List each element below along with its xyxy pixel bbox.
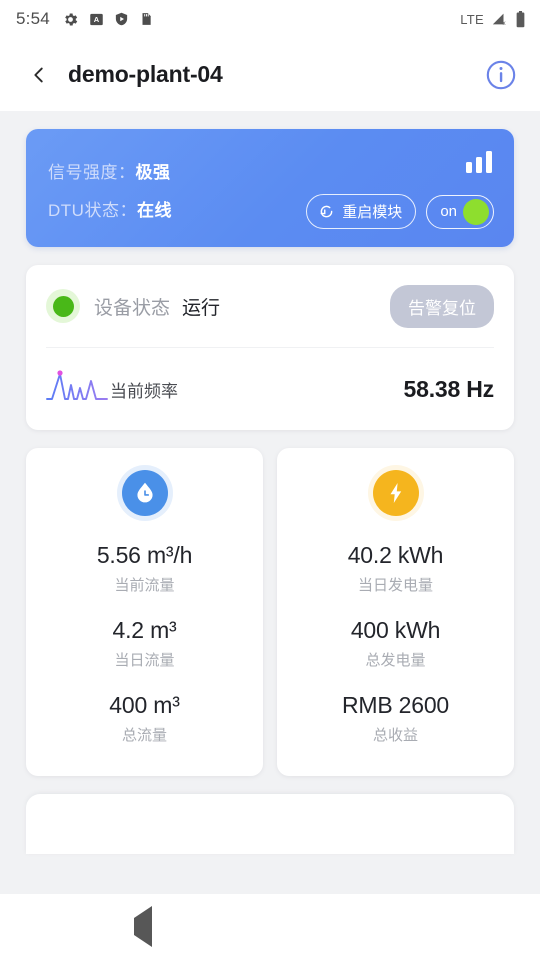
metric-item: 400 m³ 总流量 xyxy=(36,692,253,745)
shield-play-icon xyxy=(114,11,129,27)
metric-item: 400 kWh 总发电量 xyxy=(287,617,504,670)
status-bar-clock: 5:54 xyxy=(16,9,50,28)
flow-metrics-card: 5.56 m³/h 当前流量 4.2 m³ 当日流量 400 m³ 总流量 xyxy=(26,448,263,776)
svg-text:A: A xyxy=(94,15,100,24)
metric-value: 40.2 kWh xyxy=(347,542,444,568)
dtu-actions: 重启模块 on xyxy=(306,194,494,229)
metric-label: 当日发电量 xyxy=(357,577,433,594)
metric-label: 当前流量 xyxy=(114,577,175,594)
power-toggle-label: on xyxy=(440,203,457,220)
status-bar-right-icons: LTE x xyxy=(460,10,526,28)
frequency-value: 58.38 Hz xyxy=(403,375,495,402)
alarm-reset-button[interactable]: 告警复位 xyxy=(390,284,494,328)
sd-card-icon xyxy=(139,11,153,27)
battery-icon xyxy=(515,10,526,28)
metric-item: 4.2 m³ 当日流量 xyxy=(36,617,253,670)
metric-label: 总收益 xyxy=(372,727,418,744)
signal-bars-icon xyxy=(466,151,492,173)
metric-item: RMB 2600 总收益 xyxy=(287,692,504,745)
device-status-value: 运行 xyxy=(182,297,221,319)
signal-strength-label: 信号强度： xyxy=(48,162,136,182)
water-drop-icon xyxy=(121,470,168,516)
info-button[interactable] xyxy=(484,58,518,92)
device-status-card: 设备状态 运行 告警复位 当前频率 58.38 Hz xyxy=(26,265,514,430)
app-bar: demo-plant-04 xyxy=(0,38,540,111)
network-type-label: LTE xyxy=(460,11,484,27)
dtu-state-label: DTU状态： xyxy=(48,200,137,220)
metric-value: 400 kWh xyxy=(350,617,441,643)
metric-label: 总发电量 xyxy=(365,652,426,669)
frequency-label: 当前频率 xyxy=(110,381,178,401)
a-badge-icon: A xyxy=(89,12,104,27)
cellular-signal-off-icon: x xyxy=(491,11,508,27)
device-status-row: 设备状态 运行 告警复位 xyxy=(46,265,494,347)
nav-back-icon[interactable] xyxy=(133,906,152,947)
metric-value: 400 m³ xyxy=(109,692,180,718)
chevron-left-icon xyxy=(34,67,43,82)
back-button[interactable] xyxy=(22,58,56,92)
restart-module-label: 重启模块 xyxy=(342,204,403,221)
waveform-icon xyxy=(46,368,108,411)
svg-text:x: x xyxy=(503,21,506,27)
metric-value: 4.2 m³ xyxy=(112,617,177,643)
gear-icon xyxy=(62,11,79,28)
signal-strength-row: 信号强度： 极强 xyxy=(48,151,492,189)
metric-value: 5.56 m³/h xyxy=(96,542,193,568)
status-bar-left-icons: A xyxy=(62,11,153,28)
refresh-icon xyxy=(320,205,333,218)
metric-item: 40.2 kWh 当日发电量 xyxy=(287,542,504,595)
status-indicator xyxy=(46,289,80,323)
metric-cards: 5.56 m³/h 当前流量 4.2 m³ 当日流量 400 m³ 总流量 40… xyxy=(26,448,514,776)
dtu-status-card: 信号强度： 极强 DTU状态： 在线 重启模块 on xyxy=(26,129,514,247)
status-dot-icon xyxy=(52,295,74,317)
dtu-state-value: 在线 xyxy=(136,200,172,220)
signal-strength-value: 极强 xyxy=(135,162,171,182)
metric-item: 5.56 m³/h 当前流量 xyxy=(36,542,253,595)
power-toggle[interactable]: on xyxy=(426,194,494,229)
power-toggle-knob xyxy=(463,198,489,225)
energy-metrics-card: 40.2 kWh 当日发电量 400 kWh 总发电量 RMB 2600 总收益 xyxy=(277,448,514,776)
system-status-bar: 5:54 A LTE x xyxy=(0,0,540,38)
metric-label: 总流量 xyxy=(121,727,167,744)
page-title: demo-plant-04 xyxy=(68,61,223,87)
frequency-row: 当前频率 58.38 Hz xyxy=(46,348,494,430)
info-circle-icon xyxy=(486,60,516,89)
app-root: 5:54 A LTE x demo-plant-04 信号强度： 极强 DTU状… xyxy=(0,0,540,960)
page-content: 信号强度： 极强 DTU状态： 在线 重启模块 on 设备状态 运行 告警复位 … xyxy=(0,111,540,894)
lightning-bolt-icon xyxy=(372,470,419,516)
metric-value: RMB 2600 xyxy=(341,692,450,718)
metric-label: 当日流量 xyxy=(114,652,175,669)
device-status-label: 设备状态 xyxy=(94,297,171,319)
system-navigation-bar xyxy=(0,894,540,960)
next-card-peek[interactable] xyxy=(26,794,514,854)
restart-module-button[interactable]: 重启模块 xyxy=(306,194,417,229)
